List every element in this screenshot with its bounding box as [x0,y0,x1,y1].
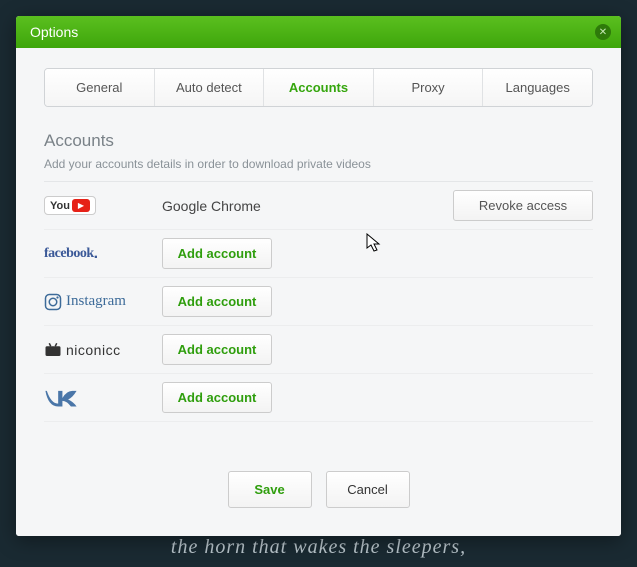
save-button[interactable]: Save [228,471,312,508]
tab-auto-detect[interactable]: Auto detect [155,69,265,106]
add-account-instagram-button[interactable]: Add account [162,286,272,317]
tab-proxy[interactable]: Proxy [374,69,484,106]
youtube-icon: You▶ [44,196,162,215]
add-account-vk-button[interactable]: Add account [162,382,272,413]
revoke-access-button[interactable]: Revoke access [453,190,593,221]
account-row-youtube: You▶ Google Chrome Revoke access [44,182,593,230]
close-icon: ✕ [599,27,607,38]
titlebar: Options ✕ [16,16,621,48]
add-account-facebook-button[interactable]: Add account [162,238,272,269]
account-row-instagram: Instagram Add account [44,278,593,326]
cancel-button[interactable]: Cancel [326,471,410,508]
dialog-footer: Save Cancel [44,447,593,536]
dialog-content: General Auto detect Accounts Proxy Langu… [16,48,621,536]
tab-accounts[interactable]: Accounts [264,69,374,106]
section-heading: Accounts [44,131,593,151]
tab-general[interactable]: General [45,69,155,106]
tabs: General Auto detect Accounts Proxy Langu… [44,68,593,107]
facebook-icon: facebook. [44,245,162,263]
account-row-niconico: niconicc Add account [44,326,593,374]
niconico-icon: niconicc [44,342,162,358]
add-account-niconico-button[interactable]: Add account [162,334,272,365]
vk-icon [44,388,162,408]
close-button[interactable]: ✕ [595,24,611,40]
account-row-facebook: facebook. Add account [44,230,593,278]
instagram-icon: Instagram [44,293,162,311]
account-row-vk: Add account [44,374,593,422]
section-description: Add your accounts details in order to do… [44,157,593,182]
background-caption: the horn that wakes the sleepers, [0,536,637,559]
youtube-status: Google Chrome [162,198,453,214]
options-dialog: Options ✕ General Auto detect Accounts P… [16,16,621,536]
tab-languages[interactable]: Languages [483,69,592,106]
dialog-title: Options [30,24,78,40]
